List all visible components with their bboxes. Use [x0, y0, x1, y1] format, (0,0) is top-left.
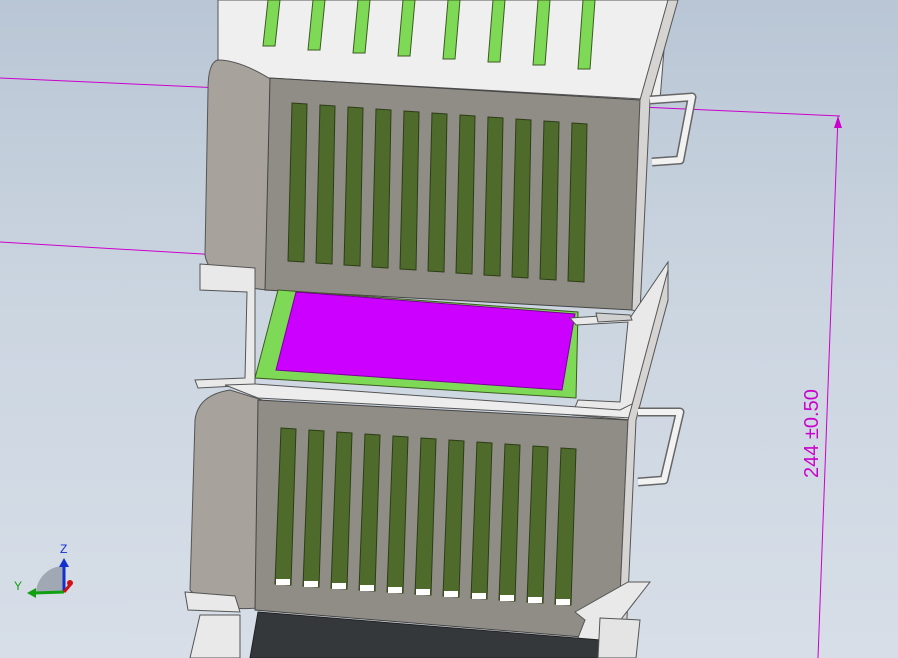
bottom-unit-handle[interactable] [637, 407, 685, 487]
dimension-text[interactable]: 244 ±0.50 [801, 389, 823, 478]
top-unit[interactable] [204, 0, 697, 313]
dimension-244[interactable]: 244 ±0.50 [801, 115, 842, 658]
cad-model-view[interactable]: 244 ±0.50 [0, 0, 898, 658]
y-axis-arrow [33, 590, 65, 595]
triad-y-label: Y [14, 579, 23, 593]
graphics-viewport[interactable]: 244 ±0.50 Z Y [0, 0, 898, 658]
bottom-unit-side [189, 389, 263, 610]
view-triad [27, 558, 73, 598]
left-flange [194, 263, 256, 389]
triad-z-label: Z [60, 542, 68, 556]
top-unit-side [204, 59, 273, 291]
top-unit-handle[interactable] [649, 92, 697, 167]
